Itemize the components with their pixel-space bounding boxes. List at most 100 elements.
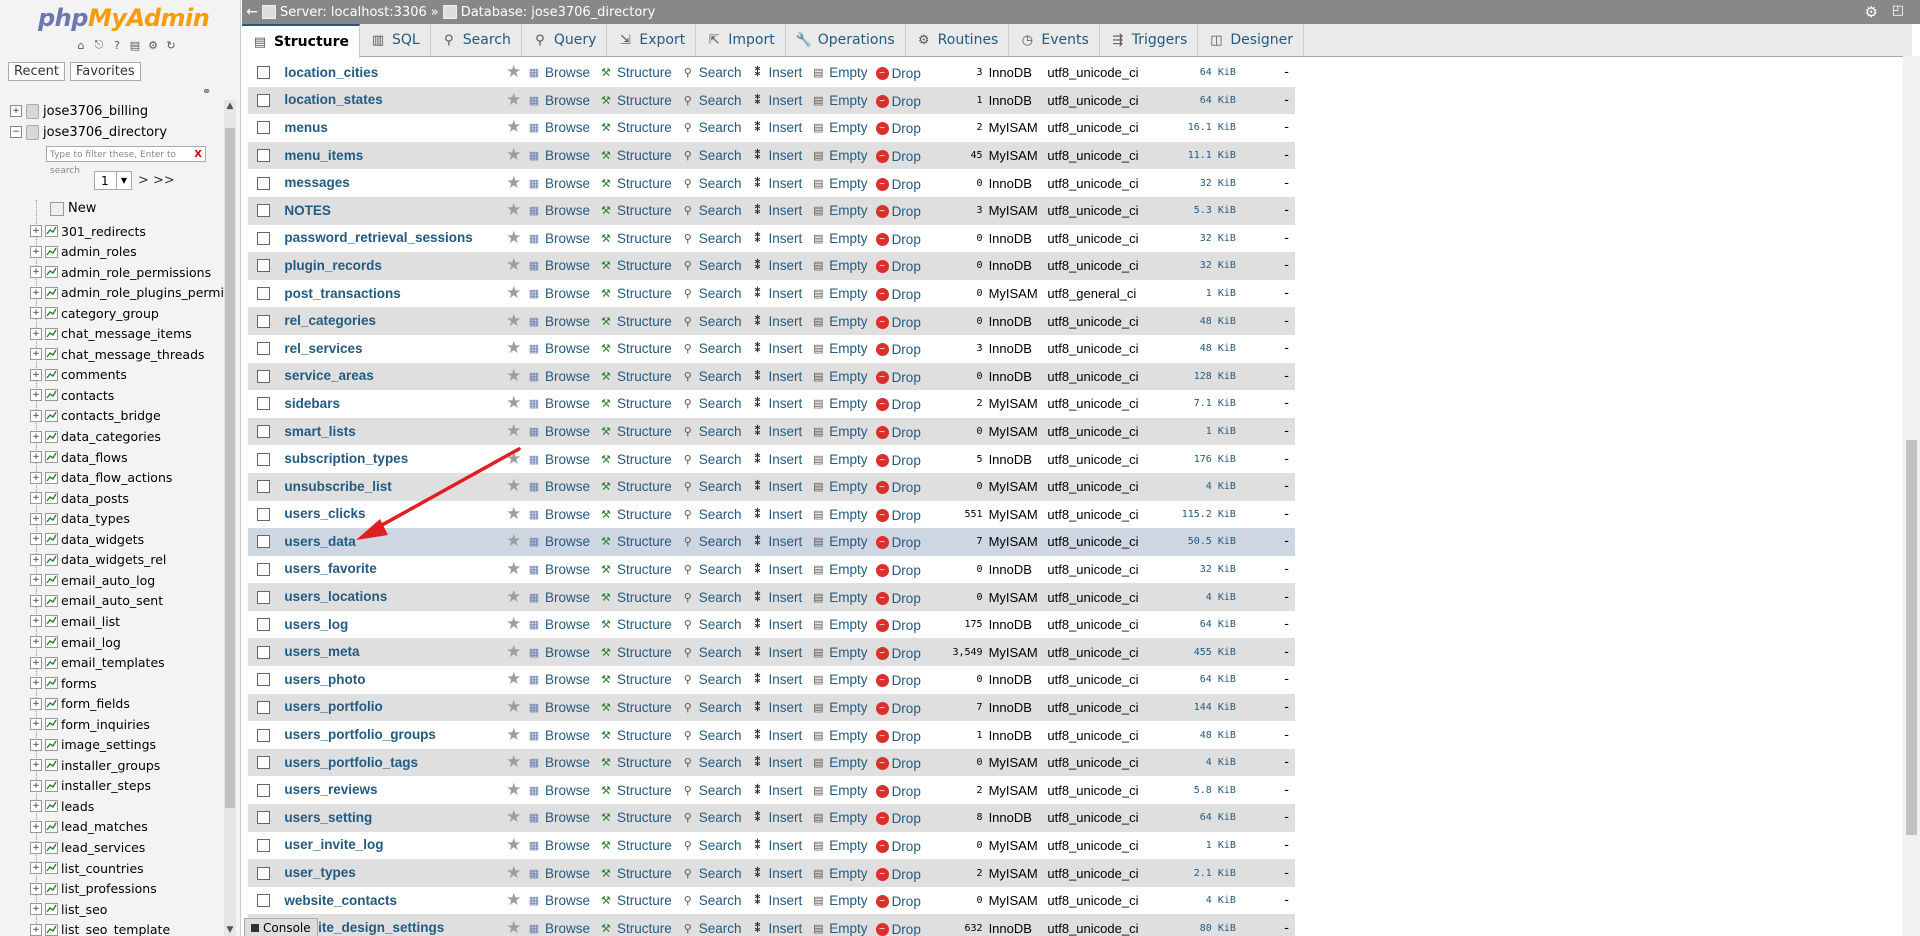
sidebar-table-item[interactable]: + chat_message_items bbox=[30, 325, 192, 343]
sidebar-table-name[interactable]: contacts_bridge bbox=[61, 408, 161, 423]
favorite-star-icon[interactable]: ★ bbox=[506, 531, 521, 551]
insert-link[interactable]: ⁑ Insert bbox=[750, 728, 803, 743]
row-checkbox[interactable] bbox=[256, 121, 270, 135]
table-row[interactable]: unsubscribe_list ★ ▦ Browse ⚒ Structure ⚲ Searc… bbox=[248, 472, 1295, 501]
table-size[interactable]: 80 bbox=[1159, 914, 1218, 936]
drop-link[interactable]: − Drop bbox=[875, 66, 921, 81]
sidebar-table-item[interactable]: + data_posts bbox=[30, 489, 129, 507]
sidebar-table-name[interactable]: 301_redirects bbox=[61, 224, 146, 239]
favorite-star-icon[interactable]: ★ bbox=[506, 890, 521, 910]
table-size[interactable]: 48 bbox=[1159, 307, 1218, 335]
expand-icon[interactable]: + bbox=[30, 903, 42, 916]
expand-icon[interactable]: + bbox=[30, 820, 42, 833]
favorite-star-icon[interactable]: ★ bbox=[506, 587, 521, 607]
table-name-link[interactable]: subscription_types bbox=[284, 451, 408, 466]
table-size[interactable]: 5.8 bbox=[1159, 776, 1218, 804]
empty-link[interactable]: ▤ Empty bbox=[810, 562, 867, 577]
table-name-link[interactable]: user_types bbox=[284, 865, 355, 880]
sidebar-table-name[interactable]: installer_steps bbox=[61, 778, 151, 793]
favorite-star-icon[interactable]: ★ bbox=[506, 807, 521, 827]
favorite-star-icon[interactable]: ★ bbox=[506, 863, 521, 883]
table-row[interactable]: users_data ★ ▦ Browse ⚒ Structure ⚲ Search ⁑ Inse… bbox=[248, 528, 1295, 556]
sidebar-table-item[interactable]: + list_seo bbox=[30, 900, 107, 918]
sidebar-table-item[interactable]: + data_widgets_rel bbox=[30, 551, 166, 569]
insert-link[interactable]: ⁑ Insert bbox=[750, 838, 803, 853]
search-link[interactable]: ⚲ Search bbox=[680, 93, 742, 108]
search-link[interactable]: ⚲ Search bbox=[680, 452, 742, 467]
search-link[interactable]: ⚲ Search bbox=[680, 590, 742, 605]
table-row[interactable]: NOTES ★ ▦ Browse ⚒ Structure ⚲ Search ⁑ Insert ▤ Em… bbox=[248, 196, 1295, 225]
favorite-star-icon[interactable]: ★ bbox=[506, 504, 521, 524]
sidebar-table-item[interactable]: + admin_role_permissions bbox=[30, 263, 211, 281]
row-checkbox[interactable] bbox=[256, 700, 270, 714]
sidebar-table-name[interactable]: comments bbox=[61, 367, 127, 382]
browse-link[interactable]: ▦ Browse bbox=[526, 728, 590, 743]
expand-icon[interactable]: + bbox=[30, 286, 42, 299]
structure-link[interactable]: ⚒ Structure bbox=[598, 672, 672, 687]
breadcrumb-server[interactable]: Server: localhost:3306 bbox=[280, 5, 427, 20]
table-row[interactable]: users_meta ★ ▦ Browse ⚒ Structure ⚲ Search ⁑ Inse… bbox=[248, 638, 1295, 667]
structure-link[interactable]: ⚒ Structure bbox=[598, 286, 672, 301]
search-link[interactable]: ⚲ Search bbox=[680, 783, 742, 798]
expand-icon[interactable]: + bbox=[30, 368, 42, 381]
sidebar-table-item[interactable]: + data_flow_actions bbox=[30, 469, 172, 487]
tab-export[interactable]: ⇲ Export bbox=[607, 24, 697, 56]
table-size[interactable]: 11.1 bbox=[1159, 142, 1218, 170]
expand-icon[interactable]: + bbox=[30, 553, 42, 566]
table-name-link[interactable]: rel_categories bbox=[284, 313, 376, 328]
empty-link[interactable]: ▤ Empty bbox=[810, 617, 867, 632]
help-icon[interactable]: ? bbox=[110, 38, 124, 52]
sidebar-table-name[interactable]: list_professions bbox=[61, 881, 157, 896]
expand-icon[interactable]: + bbox=[30, 718, 42, 731]
search-link[interactable]: ⚲ Search bbox=[680, 479, 742, 494]
table-size[interactable]: 48 bbox=[1159, 721, 1218, 749]
table-size[interactable]: 16.1 bbox=[1159, 114, 1218, 142]
favorite-star-icon[interactable]: ★ bbox=[506, 255, 521, 275]
favorite-star-icon[interactable]: ★ bbox=[506, 366, 521, 386]
structure-link[interactable]: ⚒ Structure bbox=[598, 341, 672, 356]
insert-link[interactable]: ⁑ Insert bbox=[750, 314, 803, 329]
logout-icon[interactable]: ⎋ bbox=[92, 38, 106, 52]
table-row[interactable]: smart_lists ★ ▦ Browse ⚒ Structure ⚲ Search ⁑ Ins… bbox=[248, 417, 1295, 446]
search-link[interactable]: ⚲ Search bbox=[680, 728, 742, 743]
table-name-link[interactable]: location_cities bbox=[284, 65, 378, 80]
expand-icon[interactable]: + bbox=[30, 389, 42, 402]
row-checkbox[interactable] bbox=[256, 176, 270, 190]
row-checkbox[interactable] bbox=[256, 342, 270, 356]
favorite-star-icon[interactable]: ★ bbox=[506, 311, 521, 331]
favorite-star-icon[interactable]: ★ bbox=[506, 283, 521, 303]
sidebar-table-name[interactable]: data_flow_actions bbox=[61, 470, 172, 485]
console-toggle[interactable]: Console bbox=[244, 918, 318, 936]
empty-link[interactable]: ▤ Empty bbox=[810, 783, 867, 798]
browse-link[interactable]: ▦ Browse bbox=[526, 120, 590, 135]
structure-link[interactable]: ⚒ Structure bbox=[598, 728, 672, 743]
empty-link[interactable]: ▤ Empty bbox=[810, 672, 867, 687]
browse-link[interactable]: ▦ Browse bbox=[526, 396, 590, 411]
table-row[interactable]: password_retrieval_sessions ★ ▦ Browse ⚒ Stru… bbox=[248, 224, 1295, 253]
drop-link[interactable]: − Drop bbox=[875, 259, 921, 274]
home-icon[interactable]: ⌂ bbox=[74, 38, 88, 52]
favorite-star-icon[interactable]: ★ bbox=[506, 780, 521, 800]
drop-link[interactable]: − Drop bbox=[875, 342, 921, 357]
expand-icon[interactable]: + bbox=[30, 307, 42, 320]
row-checkbox[interactable] bbox=[256, 204, 270, 218]
empty-link[interactable]: ▤ Empty bbox=[810, 452, 867, 467]
insert-link[interactable]: ⁑ Insert bbox=[750, 258, 803, 273]
sidebar-table-name[interactable]: form_inquiries bbox=[61, 717, 150, 732]
table-row[interactable]: post_transactions ★ ▦ Browse ⚒ Structure ⚲ Sear… bbox=[248, 279, 1295, 308]
browse-link[interactable]: ▦ Browse bbox=[526, 921, 590, 936]
empty-link[interactable]: ▤ Empty bbox=[810, 893, 867, 908]
search-link[interactable]: ⚲ Search bbox=[680, 534, 742, 549]
table-size[interactable]: 64 bbox=[1159, 611, 1218, 639]
drop-link[interactable]: − Drop bbox=[875, 425, 921, 440]
table-name-link[interactable]: users_log bbox=[284, 617, 348, 632]
structure-link[interactable]: ⚒ Structure bbox=[598, 838, 672, 853]
search-link[interactable]: ⚲ Search bbox=[680, 838, 742, 853]
drop-link[interactable]: − Drop bbox=[875, 894, 921, 909]
browse-link[interactable]: ▦ Browse bbox=[526, 893, 590, 908]
table-name-link[interactable]: plugin_records bbox=[284, 258, 382, 273]
row-checkbox[interactable] bbox=[256, 535, 270, 549]
browse-link[interactable]: ▦ Browse bbox=[526, 755, 590, 770]
table-name-link[interactable]: NOTES bbox=[284, 203, 331, 218]
sidebar-table-name[interactable]: form_fields bbox=[61, 696, 130, 711]
